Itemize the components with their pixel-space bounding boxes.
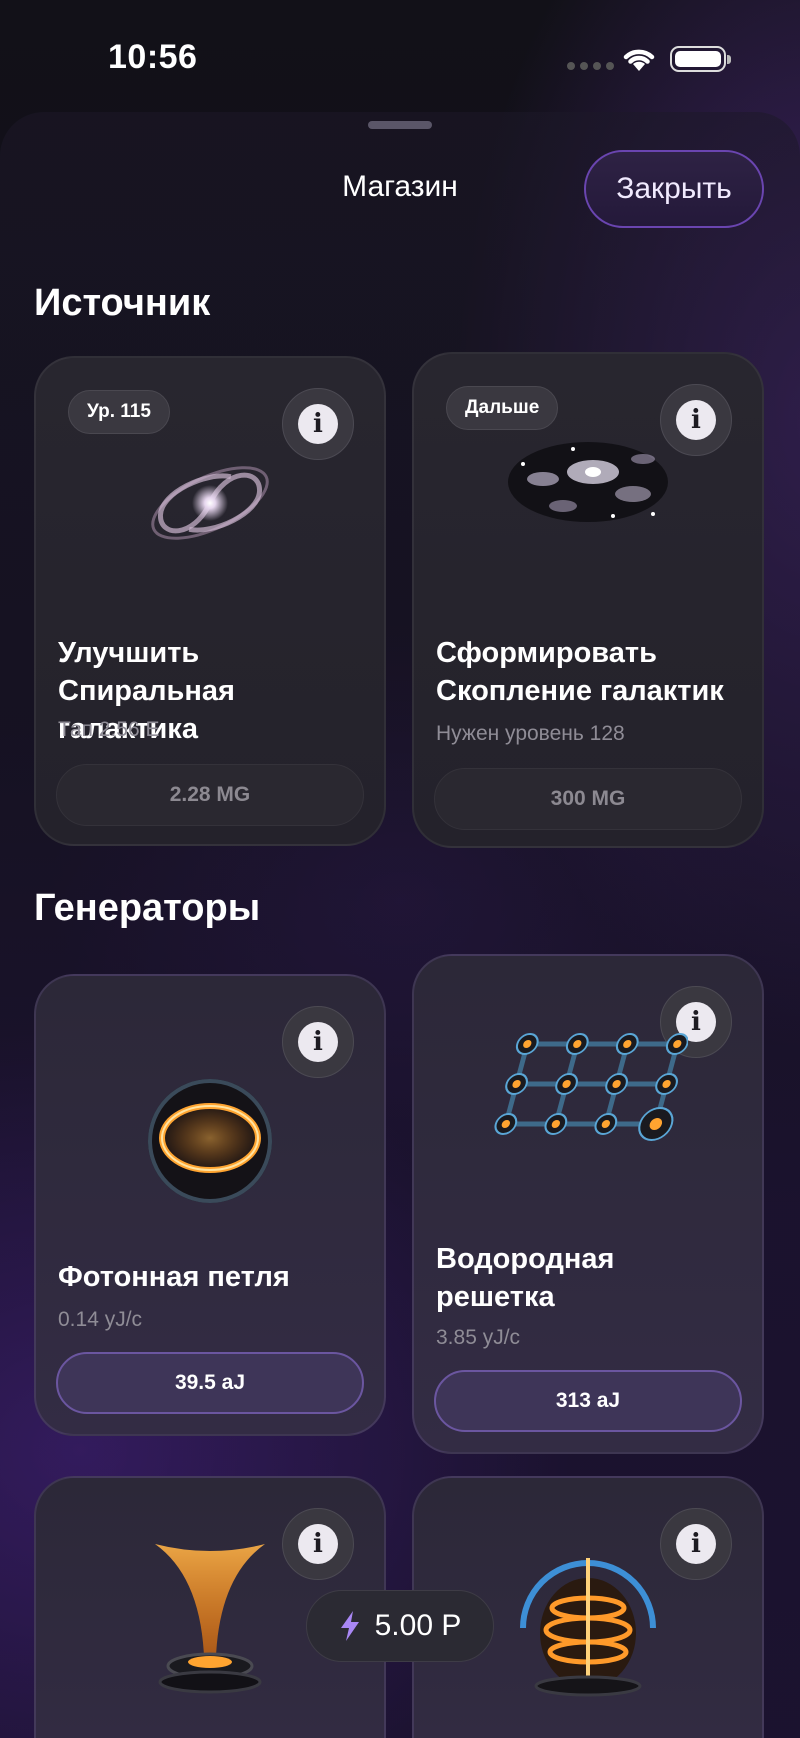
shop-card-spiral-galaxy[interactable]: Ур. 115 i Улучшить Спиральная галактика …	[34, 356, 386, 846]
shop-card-hydrogen-lattice[interactable]: i Водородная решетка 3.85 yJ/c 313 aJ	[412, 954, 764, 1454]
card-title: Водородная решетка	[436, 1243, 615, 1313]
price-button[interactable]: 39.5 aJ	[56, 1352, 364, 1414]
shop-card-photon-loop[interactable]: i Фотонная петля 0.14 yJ/c 39.5 aJ	[34, 974, 386, 1436]
close-button[interactable]: Закрыть	[584, 150, 764, 228]
spiral-galaxy-icon	[36, 438, 384, 568]
photon-loop-icon	[36, 1076, 384, 1206]
sheet-grabber[interactable]	[368, 121, 432, 129]
balance-value: 5.00 P	[374, 1609, 462, 1642]
info-icon: i	[298, 1022, 338, 1062]
card-subtitle: Тап 2.56 E	[58, 718, 160, 741]
shop-card-galaxy-cluster[interactable]: Дальше i Сформировать Скопление галактик…	[412, 352, 764, 848]
price-button[interactable]: 2.28 MG	[56, 764, 364, 826]
status-time: 10:56	[108, 38, 198, 76]
section-title-generators: Генераторы	[34, 887, 261, 929]
lightning-icon	[340, 1611, 359, 1641]
battery-icon	[670, 46, 731, 72]
card-subtitle: 3.85 yJ/c	[436, 1326, 521, 1349]
hydrogen-lattice-icon	[414, 1004, 762, 1174]
wifi-icon	[623, 49, 655, 71]
status-bar: 10:56	[0, 0, 800, 110]
cellular-signal-icon	[567, 62, 614, 70]
card-subtitle: Нужен уровень 128	[436, 722, 625, 745]
info-button[interactable]: i	[282, 1006, 354, 1078]
galaxy-cluster-icon	[414, 424, 762, 534]
price-button[interactable]: 313 aJ	[434, 1370, 742, 1432]
card-title: Сформировать Скопление галактик	[436, 637, 724, 707]
section-title-source: Источник	[34, 282, 211, 324]
level-badge: Ур. 115	[68, 390, 170, 434]
card-subtitle: 0.14 yJ/c	[58, 1308, 143, 1331]
balance-pill[interactable]: 5.00 P	[306, 1590, 494, 1662]
card-title: Фотонная петля	[58, 1261, 290, 1293]
price-button[interactable]: 300 MG	[434, 768, 742, 830]
